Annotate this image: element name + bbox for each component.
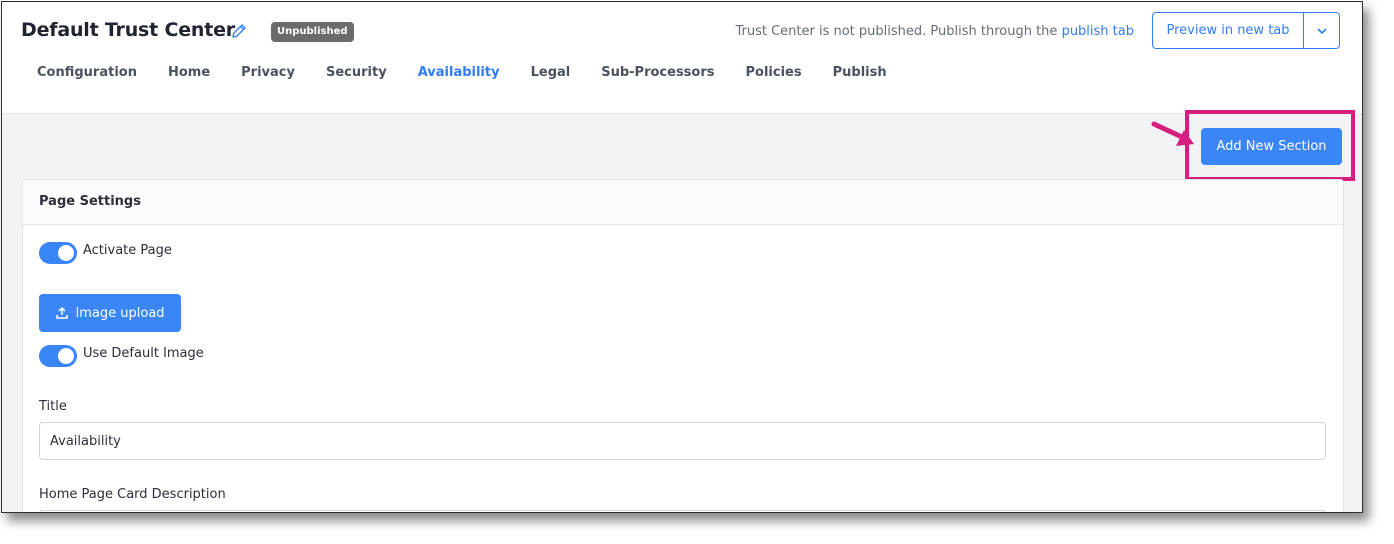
use-default-image-row: Use Default Image xyxy=(39,345,204,367)
activate-page-label: Activate Page xyxy=(83,242,172,258)
description-input[interactable] xyxy=(39,510,1326,512)
tab-sub-processors[interactable]: Sub-Processors xyxy=(601,65,714,80)
image-upload-label: Image upload xyxy=(75,305,165,321)
activate-page-row: Activate Page xyxy=(39,242,172,264)
page-title: Default Trust Center xyxy=(21,19,235,41)
tab-legal[interactable]: Legal xyxy=(531,65,571,80)
tab-configuration[interactable]: Configuration xyxy=(37,65,137,80)
tab-home[interactable]: Home xyxy=(168,65,210,80)
title-label: Title xyxy=(39,399,67,414)
upload-icon xyxy=(56,306,69,319)
publish-notice: Trust Center is not published. Publish t… xyxy=(735,24,1134,39)
title-input[interactable] xyxy=(39,422,1326,460)
use-default-image-toggle[interactable] xyxy=(39,345,77,367)
tab-privacy[interactable]: Privacy xyxy=(241,65,295,80)
use-default-image-label: Use Default Image xyxy=(83,345,204,361)
panel-heading: Page Settings xyxy=(23,180,1343,225)
page-settings-panel: Page Settings Activate Page Image upload… xyxy=(22,179,1344,512)
tab-publish[interactable]: Publish xyxy=(833,65,887,80)
preview-button-group: Preview in new tab xyxy=(1152,12,1340,49)
chevron-down-icon xyxy=(1316,27,1327,34)
preview-in-new-tab-button[interactable]: Preview in new tab xyxy=(1153,13,1304,48)
tab-security[interactable]: Security xyxy=(326,65,387,80)
app-window: Default Trust Center Unpublished Trust C… xyxy=(1,1,1363,513)
top-bar: Default Trust Center Unpublished Trust C… xyxy=(2,2,1362,114)
tab-bar: Configuration Home Privacy Security Avai… xyxy=(37,65,918,80)
preview-dropdown-toggle[interactable] xyxy=(1304,13,1339,48)
publish-notice-text: Trust Center is not published. Publish t… xyxy=(735,24,1058,39)
activate-page-toggle[interactable] xyxy=(39,242,77,264)
image-upload-button[interactable]: Image upload xyxy=(39,294,181,332)
description-label: Home Page Card Description xyxy=(39,487,226,502)
pencil-icon[interactable] xyxy=(230,22,248,40)
status-badge: Unpublished xyxy=(271,22,354,42)
tab-availability[interactable]: Availability xyxy=(418,65,500,80)
publish-tab-link[interactable]: publish tab xyxy=(1062,24,1134,39)
tab-policies[interactable]: Policies xyxy=(746,65,802,80)
annotation-highlight xyxy=(1185,110,1355,181)
